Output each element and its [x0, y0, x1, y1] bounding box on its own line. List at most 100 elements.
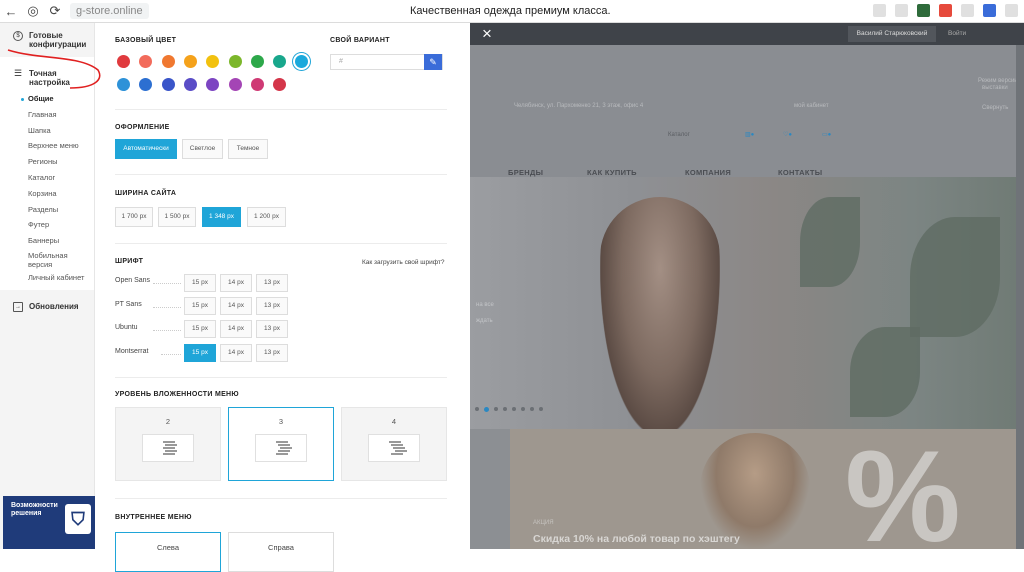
color-swatch[interactable]: [117, 55, 130, 68]
slider-dot[interactable]: [521, 407, 525, 411]
inner-menu-right-button[interactable]: Справа: [228, 532, 334, 572]
extension-icon[interactable]: [983, 4, 996, 17]
menu-level-number: 4: [391, 417, 397, 426]
extension-icon[interactable]: [939, 4, 952, 17]
login-link[interactable]: Войти: [948, 30, 966, 37]
download-icon[interactable]: [1005, 4, 1018, 17]
slider-dot[interactable]: [530, 407, 534, 411]
font-help-link[interactable]: Как загрузить свой шрифт?: [362, 259, 445, 266]
inner-menu-left-button[interactable]: Слева: [115, 532, 221, 572]
width-1348-button[interactable]: 1 348 px: [202, 207, 241, 227]
sidebar-item-ready-configs[interactable]: $ Готовые конфигурации: [0, 23, 94, 57]
color-swatch[interactable]: [161, 55, 175, 68]
sidebar-sub-banners[interactable]: Баннеры: [0, 233, 94, 249]
nav-brands[interactable]: БРЕНДЫ: [508, 168, 543, 177]
design-light-button[interactable]: Светлое: [182, 139, 223, 159]
color-swatch[interactable]: [183, 55, 197, 68]
design-dark-button[interactable]: Темное: [228, 139, 268, 159]
sidebar-item-fine-tuning[interactable]: ☰ Точная настройка: [0, 57, 94, 91]
color-swatch[interactable]: [161, 78, 175, 91]
nav-how-to-buy[interactable]: КАК КУПИТЬ: [587, 168, 637, 177]
address-bar[interactable]: g-store.online: [70, 3, 149, 19]
nav-company[interactable]: КОМПАНИЯ: [685, 168, 731, 177]
close-icon[interactable]: ×: [482, 25, 492, 42]
extension-icon[interactable]: [917, 4, 930, 17]
nav-contacts[interactable]: КОНТАКТЫ: [778, 168, 822, 177]
font-size-button[interactable]: 15 px: [184, 274, 216, 292]
sidebar-item-label: Готовые конфигурации: [29, 31, 87, 49]
color-swatch[interactable]: [228, 78, 242, 91]
slider-dot[interactable]: [475, 407, 479, 411]
color-swatch[interactable]: [206, 55, 220, 68]
font-size-button[interactable]: 13 px: [256, 320, 288, 338]
slider-dot[interactable]: [494, 407, 498, 411]
custom-color-input[interactable]: # ✎: [330, 54, 443, 70]
font-size-button[interactable]: 14 px: [220, 320, 252, 338]
font-size-button[interactable]: 13 px: [256, 274, 288, 292]
color-swatch[interactable]: [295, 55, 309, 68]
reload-icon[interactable]: ⟳: [44, 0, 66, 23]
pencil-icon[interactable]: ✎: [424, 54, 442, 70]
color-swatch[interactable]: [117, 78, 130, 91]
promo-left-tile[interactable]: [470, 429, 510, 549]
star-icon[interactable]: [895, 4, 908, 17]
menu-level-2-card[interactable]: 2: [115, 407, 221, 481]
font-size-button[interactable]: 15 px: [184, 320, 216, 338]
color-swatch[interactable]: [228, 55, 242, 68]
color-swatch[interactable]: [250, 55, 264, 68]
width-1500-button[interactable]: 1 500 px: [158, 207, 196, 227]
slider-dot[interactable]: [512, 407, 516, 411]
sidebar-sub-general[interactable]: Общие: [0, 91, 94, 107]
account-icon[interactable]: ◎: [22, 0, 44, 23]
font-size-button[interactable]: 14 px: [220, 297, 252, 315]
width-1700-button[interactable]: 1 700 px: [115, 207, 153, 227]
sidebar-sub-account[interactable]: Личный кабинет: [0, 270, 94, 286]
width-1200-button[interactable]: 1 200 px: [247, 207, 286, 227]
search-icon[interactable]: [873, 4, 886, 17]
sidebar-sub-header[interactable]: Шапка: [0, 123, 94, 139]
sidebar-item-updates[interactable]: → Обновления: [0, 290, 94, 320]
user-chip[interactable]: Василий Старюковский: [848, 26, 936, 42]
font-size-button[interactable]: 13 px: [256, 297, 288, 315]
puzzle-icon[interactable]: [961, 4, 974, 17]
sidebar-sub-regions[interactable]: Регионы: [0, 154, 94, 170]
account-link[interactable]: мой кабинет: [794, 103, 829, 109]
slider-dot-active[interactable]: [484, 407, 489, 412]
sidebar-sub-main[interactable]: Главная: [0, 107, 94, 123]
color-swatch[interactable]: [139, 78, 153, 91]
font-size-button[interactable]: 13 px: [256, 344, 288, 362]
sidebar-sub-top-menu[interactable]: Верхнее меню: [0, 138, 94, 154]
promo-tile[interactable]: % АКЦИЯ Скидка 10% на любой товар по хэш…: [510, 423, 1024, 549]
sidebar-sub-catalog[interactable]: Каталог: [0, 170, 94, 186]
stats-icon[interactable]: ▥●: [745, 131, 754, 138]
color-swatch[interactable]: [139, 55, 153, 68]
menu-level-4-card[interactable]: 4: [341, 407, 447, 481]
color-swatch[interactable]: [183, 78, 197, 91]
catalog-link[interactable]: Каталог: [668, 132, 690, 138]
design-auto-button[interactable]: Автоматически: [115, 139, 177, 159]
font-size-button[interactable]: 15 px: [184, 344, 216, 362]
font-size-button[interactable]: 15 px: [184, 297, 216, 315]
base-color-title: БАЗОВЫЙ ЦВЕТ: [115, 37, 177, 44]
font-size-button[interactable]: 14 px: [220, 274, 252, 292]
slider-dot[interactable]: [539, 407, 543, 411]
heart-icon[interactable]: ♡●: [783, 131, 792, 138]
preview-scrollbar[interactable]: [1016, 45, 1024, 549]
color-swatch[interactable]: [273, 78, 287, 91]
menu-level-3-card[interactable]: 3: [228, 407, 334, 481]
slider-dot[interactable]: [503, 407, 507, 411]
sidebar-sub-cart[interactable]: Корзина: [0, 186, 94, 202]
cart-icon[interactable]: ▭●: [822, 131, 831, 138]
color-swatch[interactable]: [206, 78, 220, 91]
divider: [115, 498, 447, 499]
sidebar-sub-sections[interactable]: Разделы: [0, 202, 94, 218]
sidebar-sub-mobile[interactable]: Мобильная версия: [0, 249, 75, 270]
hero-banner[interactable]: на все ждать: [470, 177, 1024, 437]
settings-panel: БАЗОВЫЙ ЦВЕТ СВОЙ ВАРИАНТ # ✎ ОФОРМЛЕНИЕ…: [95, 23, 470, 572]
color-swatch[interactable]: [250, 78, 264, 91]
sidebar-sub-footer[interactable]: Футер: [0, 217, 94, 233]
promo-banner[interactable]: Возможности решения ⛉: [3, 496, 95, 549]
back-arrow-icon[interactable]: ←: [0, 0, 22, 23]
color-swatch[interactable]: [273, 55, 287, 68]
font-size-button[interactable]: 14 px: [220, 344, 252, 362]
